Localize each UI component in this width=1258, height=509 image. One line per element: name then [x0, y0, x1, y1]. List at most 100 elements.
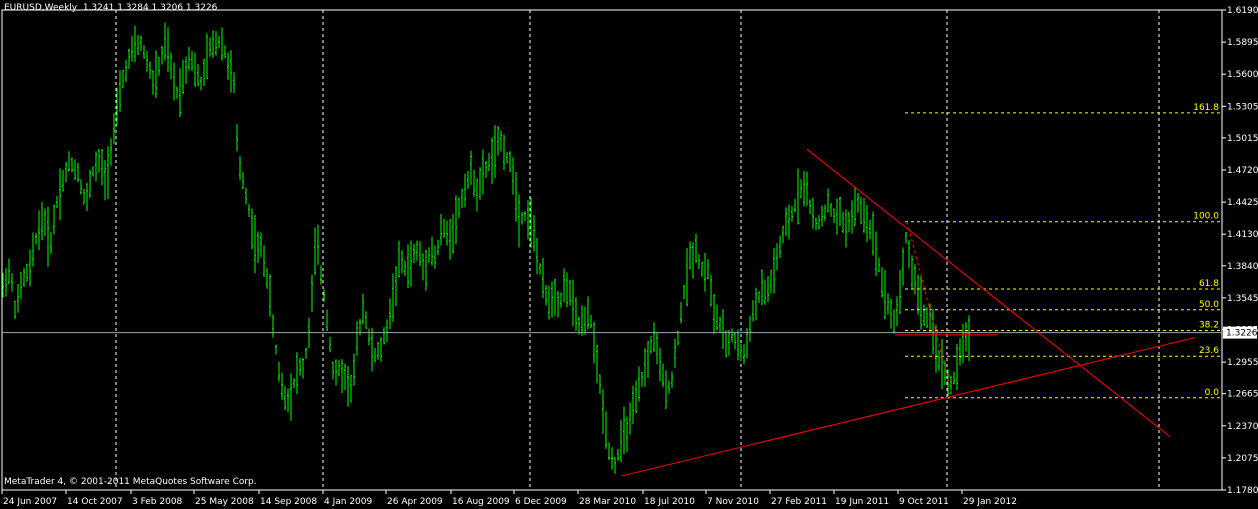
chart-window[interactable]: 1.6190 1.5895 1.5600 1.5305 1.5015 1.4720 1.44…	[0, 0, 1258, 509]
price-bar	[551, 281, 553, 318]
price-bar	[929, 303, 931, 334]
price-bar	[848, 211, 850, 233]
price-bar	[590, 314, 592, 328]
symbol-timeframe: EURUSD,Weekly	[4, 3, 78, 13]
price-bar	[461, 188, 463, 208]
price-bar	[383, 327, 385, 345]
price-bar	[770, 269, 772, 294]
price-bar	[953, 371, 955, 385]
fibo-level-label: 50.0	[1199, 300, 1219, 310]
price-bar	[161, 45, 163, 65]
price-bar	[314, 227, 316, 276]
price-chart[interactable]: 1.6190 1.5895 1.5600 1.5305 1.5015 1.4720 1.44…	[0, 0, 1258, 509]
price-bar	[851, 200, 853, 234]
price-bar	[665, 370, 667, 409]
price-bar	[212, 30, 214, 58]
price-bar	[377, 342, 379, 360]
y-axis-label: 1.5305	[1227, 102, 1258, 112]
price-bar	[443, 218, 445, 238]
price-bar	[791, 206, 793, 222]
price-bar	[119, 70, 121, 112]
price-bar	[158, 57, 160, 76]
price-bars	[2, 22, 970, 474]
price-bar	[5, 268, 7, 297]
chart-header: EURUSD,Weekly 1.3241 1.3284 1.3206 1.322…	[4, 3, 217, 13]
price-bar	[38, 210, 40, 251]
y-axis-label: 1.2955	[1227, 358, 1258, 368]
x-axis-label: 7 Nov 2010	[707, 497, 759, 507]
price-bar	[755, 287, 757, 321]
price-bar	[650, 335, 652, 354]
price-bar	[101, 149, 103, 186]
price-bar	[884, 269, 886, 319]
price-bar	[365, 311, 367, 329]
price-bar	[113, 113, 115, 145]
price-bar	[83, 188, 85, 205]
price-bar	[767, 276, 769, 303]
x-axis-label: 25 May 2008	[195, 497, 254, 507]
price-bar	[509, 151, 511, 172]
price-bar	[554, 279, 556, 316]
price-bar	[449, 219, 451, 260]
price-bar	[965, 322, 967, 352]
price-bar	[485, 160, 487, 178]
price-bar	[932, 308, 934, 355]
y-axis-label: 1.2075	[1227, 454, 1258, 464]
fibo-level-label: 61.8	[1199, 279, 1219, 289]
price-bar	[614, 457, 616, 474]
price-bar	[464, 173, 466, 208]
price-bar	[203, 59, 205, 87]
price-bar	[140, 35, 142, 52]
price-bar	[236, 124, 238, 152]
price-bar	[539, 263, 541, 275]
price-bar	[452, 214, 454, 254]
price-bar	[914, 264, 916, 295]
price-bar	[728, 329, 730, 356]
price-bar	[527, 200, 529, 240]
price-bar	[863, 198, 865, 233]
price-bar	[566, 272, 568, 308]
price-bar	[179, 68, 181, 118]
price-bar	[128, 48, 130, 69]
price-bar	[419, 241, 421, 267]
price-bar	[518, 194, 520, 248]
price-bar	[170, 52, 172, 80]
price-bar	[404, 260, 406, 276]
price-bar	[620, 419, 622, 463]
x-axis-label: 16 Aug 2009	[452, 497, 510, 507]
price-bar	[596, 344, 598, 384]
x-axis-label: 24 Jun 2007	[3, 497, 57, 507]
price-bar	[224, 45, 226, 59]
price-bar	[668, 380, 670, 394]
price-bar	[737, 329, 739, 361]
price-bar	[392, 273, 394, 322]
price-bar	[155, 50, 157, 99]
price-bar	[659, 347, 661, 382]
price-bar	[206, 33, 208, 80]
price-bar	[656, 332, 658, 365]
price-bar	[824, 204, 826, 222]
price-bar	[599, 374, 601, 395]
trendline	[806, 148, 1171, 438]
price-bar	[473, 169, 475, 198]
price-bar	[536, 238, 538, 274]
price-bar	[47, 206, 49, 267]
price-bar	[683, 285, 685, 300]
price-bar	[341, 359, 343, 394]
x-axis-label: 14 Oct 2007	[67, 497, 123, 507]
price-bar	[284, 386, 286, 411]
price-bar	[104, 160, 106, 201]
price-bar	[692, 242, 694, 279]
x-axis-label: 29 Jan 2012	[963, 497, 1017, 507]
price-bar	[611, 447, 613, 470]
price-bar	[239, 156, 241, 181]
price-bar	[662, 363, 664, 388]
price-bar	[482, 149, 484, 195]
price-bar	[266, 267, 268, 289]
price-bar	[251, 208, 253, 250]
price-bar	[779, 235, 781, 259]
price-bar	[296, 352, 298, 394]
price-bar	[191, 50, 193, 72]
price-bar	[137, 34, 139, 55]
price-bar	[572, 279, 574, 327]
